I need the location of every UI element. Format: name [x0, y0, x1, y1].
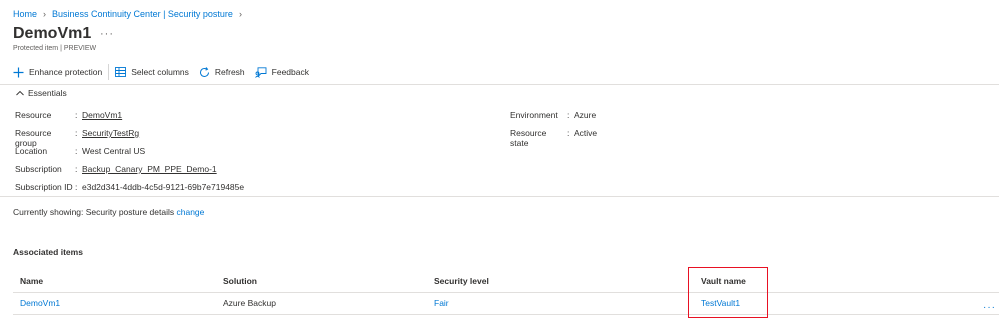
enhance-protection-button[interactable]: Enhance protection: [13, 67, 102, 78]
select-columns-label: Select columns: [131, 67, 189, 77]
essential-environment: Environment : Azure: [510, 110, 596, 120]
essential-key: Subscription ID: [15, 182, 73, 192]
feedback-icon: [254, 66, 267, 78]
essential-key: Environment: [510, 110, 558, 120]
enhance-protection-label: Enhance protection: [29, 67, 103, 77]
essential-colon: :: [567, 128, 570, 138]
table-header-divider: [13, 292, 999, 293]
feedback-button[interactable]: Feedback: [254, 66, 309, 78]
essential-colon: :: [567, 110, 570, 120]
more-options-icon[interactable]: ···: [100, 28, 114, 40]
location-value: West Central US: [82, 146, 146, 156]
breadcrumb-business-continuity-center[interactable]: Business Continuity Center | Security po…: [52, 9, 233, 19]
refresh-button[interactable]: Refresh: [199, 66, 245, 78]
essential-location: Location : West Central US: [15, 146, 145, 156]
essential-key: Resource: [15, 110, 52, 120]
essential-subscription-id: Subscription ID : e3d2d341-4ddb-4c5d-912…: [15, 182, 244, 192]
row-name-link[interactable]: DemoVm1: [20, 298, 60, 308]
essential-subscription: Subscription : Backup_Canary_PM_PPE_Demo…: [15, 164, 217, 174]
page-subtitle: Protected item | PREVIEW: [13, 45, 97, 52]
currently-showing-text: Currently showing: Security posture deta…: [13, 207, 175, 217]
essential-colon: :: [75, 146, 78, 156]
subscription-id-value: e3d2d341-4ddb-4c5d-9121-69b7e719485e: [82, 182, 245, 192]
command-bar: Enhance protection Select columns Refres…: [13, 64, 319, 80]
feedback-label: Feedback: [271, 67, 309, 77]
change-link[interactable]: change: [176, 207, 204, 217]
essential-resource-state: Resource state : Active: [510, 128, 597, 148]
resource-group-link[interactable]: SecurityTestRg: [82, 128, 139, 148]
chevron-up-icon: [16, 90, 24, 96]
essential-resource: Resource : DemoVm1: [15, 110, 122, 120]
resource-state-value: Active: [574, 128, 598, 138]
page-title: DemoVm1: [13, 25, 92, 42]
chevron-right-icon: ›: [43, 9, 47, 19]
essentials-toggle[interactable]: Essentials: [16, 88, 67, 98]
essential-key: Subscription: [15, 164, 62, 174]
essential-colon: :: [75, 110, 78, 120]
environment-value: Azure: [574, 110, 597, 120]
currently-showing: Currently showing: Security posture deta…: [13, 207, 204, 217]
vault-name-highlight-box: [688, 267, 768, 318]
essential-key: Resource state: [510, 128, 547, 148]
row-security-level-link[interactable]: Fair: [434, 298, 449, 308]
divider: [0, 84, 999, 85]
row-solution: Azure Backup: [223, 298, 276, 308]
breadcrumb-home[interactable]: Home: [13, 9, 37, 19]
divider: [0, 196, 999, 197]
associated-items-title: Associated items: [13, 247, 83, 257]
essential-colon: :: [75, 128, 78, 138]
essential-key: Location: [15, 146, 48, 156]
plus-icon: [13, 67, 24, 78]
row-more-icon[interactable]: ···: [983, 302, 996, 313]
chevron-right-icon: ›: [238, 9, 242, 19]
select-columns-button[interactable]: Select columns: [115, 67, 189, 77]
refresh-label: Refresh: [214, 67, 245, 77]
resource-link[interactable]: DemoVm1: [82, 110, 122, 120]
column-header-name[interactable]: Name: [20, 276, 43, 286]
refresh-icon: [199, 66, 210, 78]
columns-icon: [115, 67, 127, 77]
essential-colon: :: [75, 182, 78, 192]
toolbar-divider: [108, 64, 110, 80]
essential-colon: :: [75, 164, 78, 174]
essentials-label: Essentials: [28, 88, 67, 98]
column-header-solution[interactable]: Solution: [223, 276, 257, 286]
essential-key: Resource group: [15, 128, 52, 148]
column-header-security-level[interactable]: Security level: [434, 276, 489, 286]
subscription-link[interactable]: Backup_Canary_PM_PPE_Demo-1: [82, 164, 217, 174]
table-row-divider: [13, 314, 999, 315]
breadcrumb: Home › Business Continuity Center | Secu…: [13, 9, 242, 19]
essential-resource-group: Resource group : SecurityTestRg: [15, 128, 139, 148]
